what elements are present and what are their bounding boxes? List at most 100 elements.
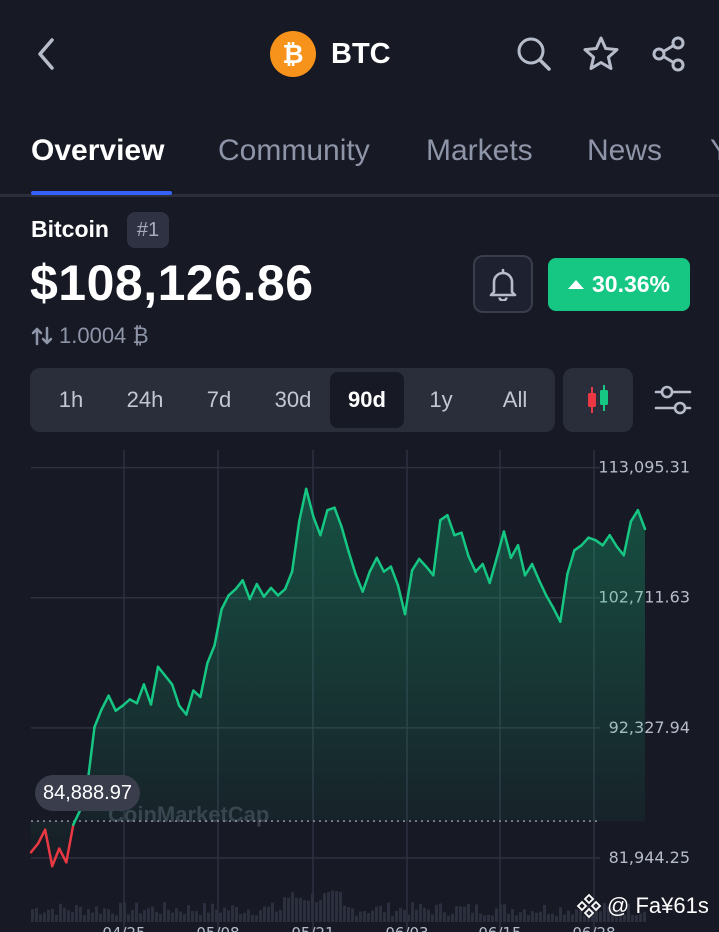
range-7d[interactable]: 7d (182, 372, 256, 428)
price-alert-button[interactable] (473, 255, 533, 313)
volume-bar (459, 906, 462, 922)
user-watermark: @ Fa¥61s (575, 892, 709, 920)
share-button[interactable] (649, 34, 689, 74)
y-tick-label: 81,944.25 (609, 848, 690, 867)
y-tick-label: 113,095.31 (598, 458, 690, 477)
volume-bar (31, 909, 34, 922)
range-30d[interactable]: 30d (256, 372, 330, 428)
bitcoin-logo-icon: ₿ (270, 31, 316, 77)
volume-bar (127, 914, 130, 922)
tab-markets[interactable]: Markets (426, 134, 533, 168)
volume-bar (419, 903, 422, 922)
volume-bar (139, 913, 142, 922)
volume-bar (171, 912, 174, 922)
volume-bar (55, 914, 58, 922)
price-chart[interactable]: 113,095.31102,711.6392,327.9481,944.2504… (0, 440, 719, 932)
btc-conversion: 1.0004 ₿ (31, 323, 149, 349)
section-tabs: Overview Community Markets News Y (0, 108, 719, 197)
volume-bar (247, 909, 250, 922)
swap-arrows-icon (31, 326, 53, 346)
volume-bar (75, 905, 78, 922)
volume-bar (291, 892, 294, 922)
volume-bar (507, 913, 510, 922)
price-change-badge: 30.36% (548, 258, 690, 311)
volume-bar (355, 915, 358, 922)
volume-bar (179, 911, 182, 922)
volume-bar (123, 902, 126, 922)
range-1h[interactable]: 1h (34, 372, 108, 428)
volume-bar (523, 909, 526, 922)
volume-bar (271, 902, 274, 922)
x-tick-label: 05/21 (291, 924, 334, 932)
volume-bar (211, 903, 214, 922)
range-24h[interactable]: 24h (108, 372, 182, 428)
volume-bar (363, 910, 366, 922)
x-tick-label: 06/15 (478, 924, 521, 932)
back-button[interactable] (30, 36, 62, 72)
volume-bar (323, 893, 326, 922)
range-1y[interactable]: 1y (404, 372, 478, 428)
volume-bar (275, 911, 278, 922)
volume-bar (387, 902, 390, 922)
chevron-left-icon (38, 38, 54, 70)
volume-bar (359, 911, 362, 922)
search-button[interactable] (514, 34, 554, 74)
tab-more[interactable]: Y (710, 134, 719, 168)
watchlist-star-button[interactable] (581, 34, 621, 74)
volume-bar (99, 913, 102, 922)
volume-bar (95, 906, 98, 922)
tab-community[interactable]: Community (218, 134, 370, 168)
sliders-icon (654, 385, 692, 415)
volume-bar (111, 913, 114, 922)
volume-bar (239, 914, 242, 922)
chart-settings-button[interactable] (650, 380, 696, 420)
tab-news[interactable]: News (587, 134, 662, 168)
volume-bar (423, 907, 426, 922)
volume-bar (295, 897, 298, 922)
volume-bar (255, 915, 258, 922)
volume-bar (535, 912, 538, 922)
volume-bar (395, 910, 398, 922)
volume-bar (451, 913, 454, 922)
volume-bar (223, 907, 226, 922)
price-change-value: 30.36% (591, 271, 670, 297)
volume-bar (343, 905, 346, 922)
volume-bar (39, 914, 42, 922)
volume-bar (499, 904, 502, 922)
range-90d[interactable]: 90d (330, 372, 404, 428)
x-tick-label: 06/03 (385, 924, 428, 932)
share-icon (652, 36, 685, 72)
volume-bar (103, 908, 106, 922)
volume-bar (227, 910, 230, 922)
volume-bar (47, 909, 50, 922)
volume-bar (443, 912, 446, 922)
volume-bar (151, 906, 154, 922)
volume-bar (51, 908, 54, 922)
volume-bar (115, 915, 118, 922)
volume-bar (559, 907, 562, 922)
volume-bar (163, 902, 166, 922)
volume-bar (375, 906, 378, 922)
volume-bar (195, 911, 198, 922)
volume-bar (187, 905, 190, 922)
volume-bar (567, 910, 570, 922)
tab-overview[interactable]: Overview (31, 134, 164, 168)
rank-badge: #1 (127, 212, 169, 248)
search-icon (517, 37, 551, 71)
volume-bar (307, 900, 310, 922)
volume-bar (487, 914, 490, 922)
volume-bar (35, 908, 38, 922)
candlestick-toggle-button[interactable] (563, 368, 633, 432)
page-title: BTC (331, 37, 391, 70)
volume-bar (143, 910, 146, 922)
volume-bar (199, 914, 202, 922)
volume-bar (235, 906, 238, 922)
volume-bar (531, 911, 534, 922)
volume-bar (447, 915, 450, 922)
up-triangle-icon (567, 280, 584, 289)
btc-value: 1.0004 ₿ (59, 323, 149, 348)
volume-bar (311, 893, 314, 922)
volume-bar (503, 904, 506, 922)
range-all[interactable]: All (478, 372, 552, 428)
volume-bar (511, 909, 514, 922)
